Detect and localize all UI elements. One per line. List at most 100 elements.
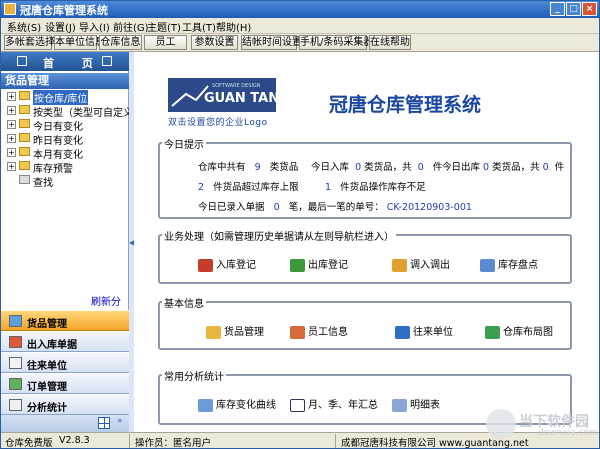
partners-icon: [9, 357, 22, 369]
detail-table-button[interactable]: 明细表: [392, 396, 440, 412]
line-chart-icon: [198, 398, 213, 412]
menu-settings[interactable]: 设置(J): [45, 19, 76, 34]
expand-icon[interactable]: +: [7, 148, 16, 157]
expand-icon[interactable]: +: [7, 92, 16, 101]
nav-label: 分析统计: [27, 403, 67, 414]
staff-icon: [290, 325, 305, 339]
nav-label: 订单管理: [27, 382, 67, 393]
maximize-button[interactable]: □: [566, 2, 581, 16]
expand-icon[interactable]: +: [7, 134, 16, 143]
nav-label: 出入库单据: [27, 340, 77, 351]
window-title: 冠唐仓库管理系统: [20, 4, 108, 17]
group-legend: 业务处理（如需管理历史单据请从左则导航栏进入）: [162, 228, 396, 243]
stock-in-button[interactable]: 入库登记: [198, 256, 256, 272]
stock-docs-icon: [9, 336, 22, 348]
nav-orders[interactable]: 订单管理: [1, 373, 129, 394]
menu-tools[interactable]: 工具(T): [182, 19, 216, 34]
orders-icon: [9, 378, 22, 390]
tree-item-label: 本月有变化: [33, 150, 83, 161]
table-icon: [392, 398, 407, 412]
expand-icon[interactable]: +: [7, 162, 16, 171]
stock-out-icon: [290, 258, 305, 272]
edition-text: 仓库免费版: [5, 438, 53, 449]
partner-units-button[interactable]: 往来单位: [395, 323, 453, 339]
left-pane: 首 页 货品管理 + 按仓库/库位 + 按类型（类型可自定义） + 今日有变化 …: [1, 52, 143, 432]
nav-goods[interactable]: 货品管理: [1, 310, 129, 331]
unit-info-button[interactable]: 本单位信息: [54, 35, 105, 50]
transfer-button[interactable]: 调入调出: [392, 256, 450, 272]
search-icon: [19, 175, 30, 184]
online-help-button[interactable]: 在线帮助: [369, 35, 411, 50]
folder-icon: [19, 105, 30, 114]
low-stock-text[interactable]: 1 件货品操作库存不足: [325, 179, 426, 193]
analysis-icon: [9, 399, 22, 411]
version-text: V2.8.3: [59, 435, 90, 446]
title-bar: 冠唐仓库管理系统 _ □ ×: [1, 1, 599, 18]
last-document-code[interactable]: CK-20120903-001: [387, 202, 472, 213]
system-title: 冠唐仓库管理系统: [329, 94, 482, 116]
account-set-button[interactable]: 多帐套选择: [4, 35, 55, 50]
toolbar: 多帐套选择 本单位信息 仓库信息 员工 参数设置 结帐时间设置 手机/条码采集器…: [1, 34, 599, 52]
operator-label: 操作员：: [135, 438, 174, 449]
goods-icon: [9, 315, 22, 327]
menu-bar: 系统(S) 设置(J) 导入(I) 前往(G) 主题(T) 工具(T) 帮助(H…: [1, 18, 599, 34]
menu-import[interactable]: 导入(I): [79, 19, 110, 34]
over-limit-text[interactable]: 2 件货品超过库存上限: [198, 179, 299, 193]
home-label: 首 页: [43, 57, 105, 70]
closing-time-button[interactable]: 结帐时间设置: [241, 35, 302, 50]
warehouse-info-button[interactable]: 仓库信息: [99, 35, 142, 50]
nav-stock-docs[interactable]: 出入库单据: [1, 331, 129, 352]
operator-name: 匿名用户: [173, 438, 212, 449]
staff-button[interactable]: 员工: [144, 35, 187, 50]
folder-icon: [19, 147, 30, 156]
period-summary-button[interactable]: 月、季、年汇总: [290, 396, 378, 412]
logo-text: GUAN TANG: [204, 91, 276, 106]
tree-item-label: 按仓库/库位: [33, 90, 89, 105]
expand-icon[interactable]: +: [7, 120, 16, 129]
chevron-icon[interactable]: »: [117, 416, 123, 426]
page-icon: [102, 56, 112, 66]
main-panel: GUAN TANG SOFTWARE DESIGN 双击设置您的企业Logo 冠…: [134, 52, 599, 432]
nav-analysis[interactable]: 分析统计: [1, 394, 129, 415]
watermark-logo-icon: [486, 409, 516, 439]
minimize-button[interactable]: _: [550, 2, 565, 16]
folder-icon: [19, 91, 30, 100]
tree-item-label: 按类型（类型可自定义）: [33, 108, 143, 119]
home-bar[interactable]: 首 页: [1, 52, 129, 71]
tree-item-label: 查找: [33, 178, 53, 189]
params-button[interactable]: 参数设置: [191, 35, 238, 50]
home-icon: [17, 56, 27, 66]
today-out-text: 今日出库 0 类货品，共 0 件: [442, 162, 565, 173]
tree-item-label: 库存预警: [33, 164, 73, 175]
company-logo[interactable]: GUAN TANG SOFTWARE DESIGN: [168, 72, 276, 120]
inventory-check-button[interactable]: 库存盘点: [480, 256, 538, 272]
menu-system[interactable]: 系统(S): [7, 19, 41, 34]
close-button[interactable]: ×: [582, 2, 597, 16]
inventory-check-icon: [480, 258, 495, 272]
app-icon: [4, 3, 16, 15]
nav-label: 往来单位: [27, 361, 67, 372]
house-icon: [485, 325, 500, 339]
menu-help[interactable]: 帮助(H): [216, 19, 251, 34]
menu-theme[interactable]: 主题(T): [147, 19, 181, 34]
expand-icon[interactable]: +: [7, 106, 16, 115]
nav-partners[interactable]: 往来单位: [1, 352, 129, 373]
goods-management-button[interactable]: 货品管理: [206, 323, 264, 339]
partner-icon: [395, 325, 410, 339]
business-group: 业务处理（如需管理历史单据请从左则导航栏进入） 入库登记 出库登记 调入调出 库…: [158, 228, 572, 284]
logo-slogan: 双击设置您的企业Logo: [168, 118, 268, 128]
staff-info-button[interactable]: 员工信息: [290, 323, 348, 339]
nav-footer: »: [1, 415, 129, 432]
scanner-button[interactable]: 手机/条码采集器 ▾: [299, 35, 382, 50]
stock-out-button[interactable]: 出库登记: [290, 256, 348, 272]
today-tips-group: 今日提示 仓库中共有 9 类货品 今日入库 0 类货品，共 0 件 今日出库 0…: [158, 136, 572, 219]
tree-item-label: 今日有变化: [33, 122, 83, 133]
documents-today-text: 今日已录入单据 0 笔，最后一笔的单号： CK-20120903-001: [198, 202, 472, 213]
warehouse-layout-button[interactable]: 仓库布局图: [485, 323, 553, 339]
transfer-icon: [392, 258, 407, 272]
grid-icon[interactable]: [98, 417, 110, 429]
stock-curve-button[interactable]: 库存变化曲线: [198, 396, 276, 412]
menu-goto[interactable]: 前往(G): [113, 19, 149, 34]
today-in-text: 今日入库 0 类货品，共 0 件: [311, 162, 443, 173]
group-legend: 常用分析统计: [162, 368, 226, 383]
